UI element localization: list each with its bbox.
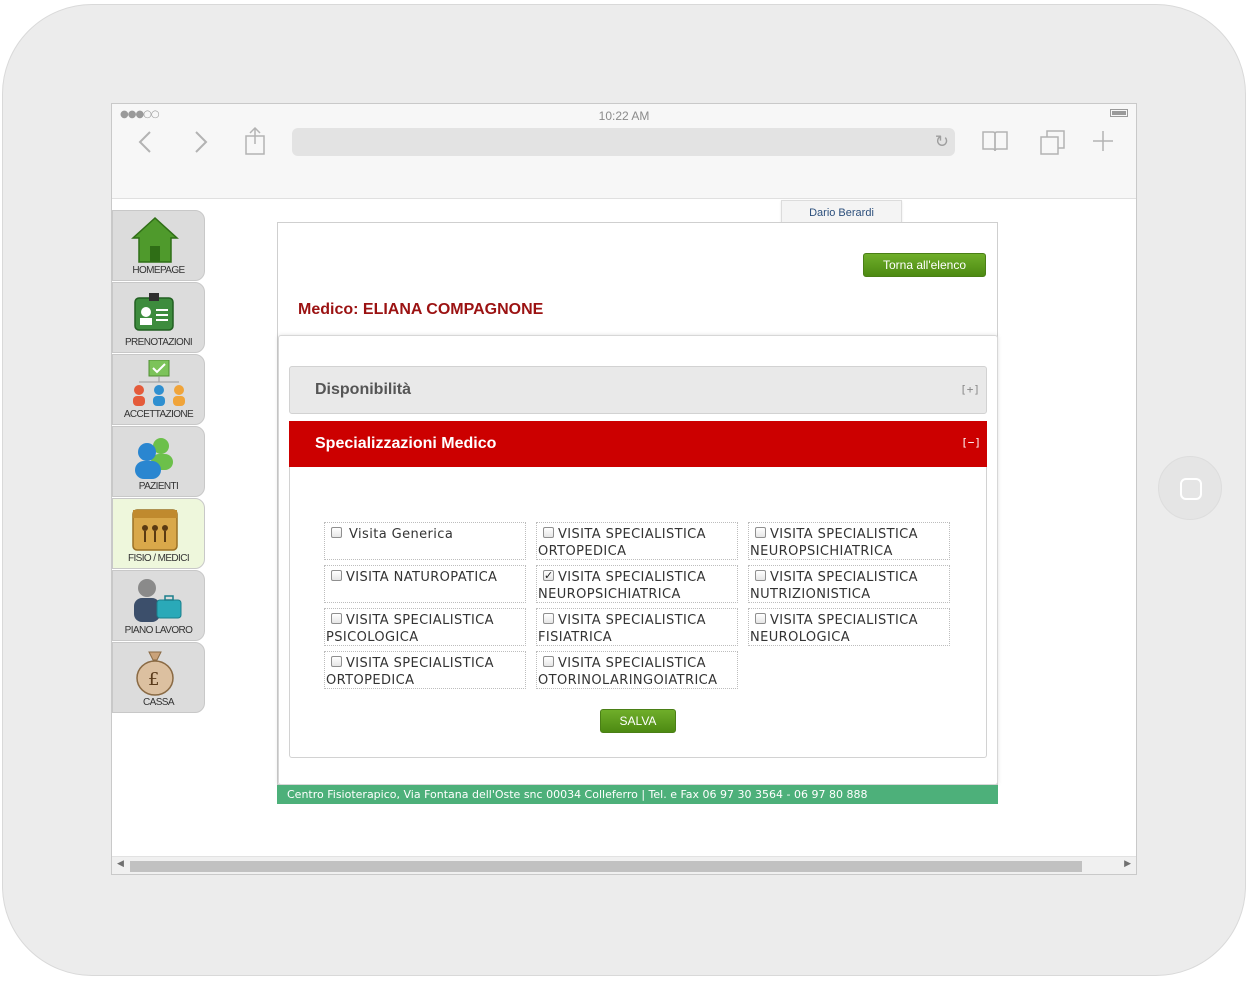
specialization-label: VISITA SPECIALISTICA OTORINOLARINGOIATRI… [538,656,718,688]
sidebar-item-label: PIANO LAVORO [124,625,193,636]
checkbox[interactable] [331,656,342,667]
device-home-button[interactable] [1158,456,1222,520]
accordion-container: Disponibilità [+] Specializzazioni Medic… [278,335,998,785]
specialization-label: VISITA SPECIALISTICA NEUROPSICHIATRICA [750,527,918,559]
accordion-specializzazioni: Specializzazioni Medico [−] Visita Gener… [289,421,987,758]
specialization-option[interactable]: VISITA SPECIALISTICA NEUROPSICHIATRICA [748,522,950,560]
chevron-left-icon[interactable] [138,130,152,159]
scroll-right-icon[interactable]: ▶ [1124,859,1131,869]
collapse-toggle[interactable]: [−] [961,436,981,449]
team-folder-icon [132,509,178,551]
sidebar-item-prenotazioni[interactable]: PRENOTAZIONI [112,282,205,353]
checkbox[interactable] [543,656,554,667]
url-bar[interactable]: ↻ [292,128,955,156]
sidebar-nav: HOMEPAGE PRENOTAZIONI ACCETTAZIONE PAZIE… [112,210,205,714]
specialization-label: VISITA SPECIALISTICA NUTRIZIONISTICA [750,570,918,602]
status-clock: 10:22 AM [598,109,650,123]
specialization-label: VISITA SPECIALISTICA NEUROLOGICA [750,613,918,645]
specialization-label: VISITA SPECIALISTICA NEUROPSICHIATRICA [538,570,706,602]
sidebar-item-fisio-medici[interactable]: FISIO / MEDICI [112,498,205,569]
specialization-label: VISITA NATUROPATICA [346,570,498,585]
scroll-left-icon[interactable]: ◀ [117,859,124,869]
footer-address: Centro Fisioterapico, Via Fontana dell'O… [277,785,998,804]
checkbox[interactable] [755,613,766,624]
specialization-label: VISITA SPECIALISTICA PSICOLOGICA [326,613,494,645]
svg-text:£: £ [148,669,159,690]
device-screen: ●●●○○ 10:22 AM ↻ HOMEPAGE PRENOTAZIONI A… [111,103,1137,875]
specialization-option[interactable]: VISITA SPECIALISTICA PSICOLOGICA [324,608,526,646]
sidebar-item-piano-lavoro[interactable]: PIANO LAVORO [112,570,205,641]
checkbox[interactable] [331,613,342,624]
checkbox[interactable] [755,570,766,581]
specialization-option[interactable]: VISITA NATUROPATICA [324,565,526,603]
battery-icon [1110,109,1128,117]
specialization-option[interactable]: VISITA SPECIALISTICA NUTRIZIONISTICA [748,565,950,603]
horizontal-scrollbar[interactable]: ◀ ▶ [112,856,1136,874]
sidebar-item-cassa[interactable]: £ CASSA [112,642,205,713]
checkbox[interactable] [543,567,554,584]
specialization-option[interactable]: Visita Generica [324,522,526,560]
tabs-icon[interactable] [1040,130,1066,161]
scrollbar-thumb[interactable] [130,861,1082,872]
back-to-list-button[interactable]: Torna all'elenco [863,253,986,277]
browser-toolbar: ●●●○○ 10:22 AM ↻ [112,104,1136,199]
reload-icon[interactable]: ↻ [935,132,949,152]
expand-toggle[interactable]: [+] [960,383,980,396]
sidebar-item-pazienti[interactable]: PAZIENTI [112,426,205,497]
home-button-square-icon [1180,478,1202,500]
specialization-option[interactable]: VISITA SPECIALISTICA OTORINOLARINGOIATRI… [536,651,738,689]
checkbox[interactable] [331,527,342,538]
worker-briefcase-icon [134,579,182,622]
id-card-icon [134,293,174,331]
sidebar-item-accettazione[interactable]: ACCETTAZIONE [112,354,205,425]
accordion-title: Specializzazioni Medico [315,435,497,452]
checkbox[interactable] [543,613,554,624]
specialization-label: VISITA SPECIALISTICA FISIATRICA [538,613,706,645]
home-icon [131,216,179,263]
checkbox[interactable] [331,570,342,581]
sidebar-item-label: PRENOTAZIONI [124,337,193,348]
accordion-title: Disponibilità [315,381,411,398]
specialization-option[interactable]: VISITA SPECIALISTICA ORTOPEDICA [324,651,526,689]
specialization-label: VISITA SPECIALISTICA ORTOPEDICA [326,656,494,688]
specialization-option[interactable]: VISITA SPECIALISTICA NEUROLOGICA [748,608,950,646]
users-icon [135,438,173,479]
sidebar-item-label: PAZIENTI [138,481,179,492]
specialization-label: VISITA SPECIALISTICA ORTOPEDICA [538,527,706,559]
checkbox[interactable] [755,527,766,538]
save-button[interactable]: SALVA [600,709,676,733]
book-icon[interactable] [982,130,1008,157]
specialization-option[interactable]: VISITA SPECIALISTICA FISIATRICA [536,608,738,646]
chevron-right-icon[interactable] [194,130,208,159]
plus-icon[interactable] [1092,130,1114,157]
sidebar-item-label: FISIO / MEDICI [127,553,190,564]
specialization-label: Visita Generica [349,527,454,542]
share-icon[interactable] [244,126,266,161]
specialization-option[interactable]: VISITA SPECIALISTICA ORTOPEDICA [536,522,738,560]
sidebar-item-label: HOMEPAGE [132,265,185,276]
accordion-disponibilita-header[interactable]: Disponibilità [+] [289,366,987,414]
org-chart-icon [133,360,185,406]
checkbox[interactable] [543,527,554,538]
specialization-option[interactable]: VISITA SPECIALISTICA NEUROPSICHIATRICA [536,565,738,603]
accordion-specializzazioni-header[interactable]: Specializzazioni Medico [−] [289,421,987,467]
sidebar-item-label: CASSA [143,697,175,708]
sidebar-item-homepage[interactable]: HOMEPAGE [112,210,205,281]
sidebar-item-label: ACCETTAZIONE [123,409,194,420]
money-bag-icon: £ [136,651,174,696]
main-panel: Torna all'elenco Medico: ELIANA COMPAGNO… [277,222,998,785]
page-title: Medico: ELIANA COMPAGNONE [298,301,544,318]
